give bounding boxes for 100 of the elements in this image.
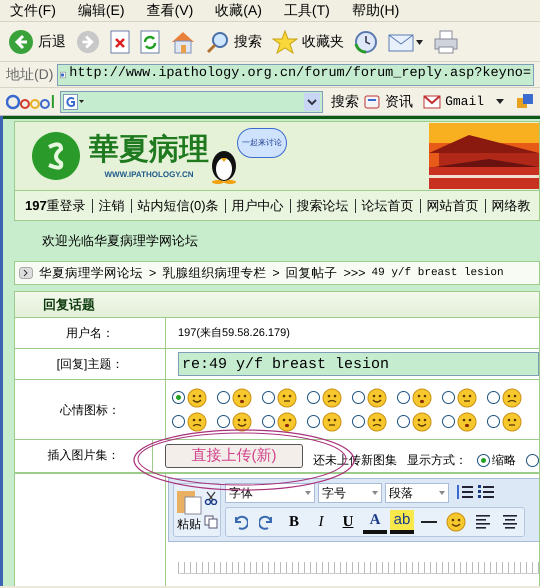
upload-button[interactable]: 直接上传(新)	[165, 444, 303, 468]
smiley-icon	[187, 412, 207, 432]
align-left-icon[interactable]	[475, 515, 491, 529]
radio-button[interactable]	[307, 391, 320, 404]
italic-button[interactable]: I	[309, 510, 333, 534]
radio-button[interactable]	[487, 415, 500, 428]
field-label: 心情图标：	[60, 402, 120, 418]
menu-item[interactable]: 文件(F)	[10, 0, 56, 21]
radio-button[interactable]	[352, 391, 365, 404]
highlight-button[interactable]: ab	[390, 510, 414, 534]
google-g-icon[interactable]	[62, 94, 85, 110]
numbered-list-icon[interactable]	[456, 483, 474, 501]
smiley-icon	[367, 388, 387, 408]
address-label: 地址(D)	[6, 65, 54, 84]
emoticon-button[interactable]	[444, 510, 468, 534]
menu-item[interactable]: 工具(T)	[284, 0, 330, 21]
gmail-link[interactable]: Gmail	[445, 92, 484, 112]
menu-item[interactable]: 收藏(A)	[215, 0, 262, 21]
chevron-icon	[19, 267, 33, 279]
news-link[interactable]: 资讯	[385, 91, 414, 112]
radio-button[interactable]	[487, 391, 500, 404]
menu-item[interactable]: 查看(V)	[146, 0, 194, 21]
subject-field[interactable]: re:49 y/f breast lesion	[178, 352, 539, 376]
smiley-icon	[322, 412, 342, 432]
toolbar-label[interactable]: 后退	[38, 31, 66, 52]
stop-icon[interactable]	[110, 30, 130, 54]
logo-ball-icon	[31, 131, 81, 181]
nav-link[interactable]: 197重登录	[25, 196, 86, 216]
smiley-icon	[277, 412, 297, 432]
radio-button[interactable]	[172, 391, 185, 404]
smiley-icon	[446, 512, 466, 532]
radio-button[interactable]	[397, 391, 410, 404]
dropdown-arrow-icon[interactable]	[496, 98, 504, 104]
radio-button[interactable]	[442, 415, 455, 428]
radio-button[interactable]	[526, 454, 539, 466]
toolbar-label[interactable]: 搜索	[234, 31, 262, 52]
news-icon	[363, 94, 382, 110]
radio-button[interactable]	[172, 415, 185, 428]
breadcrumb-item[interactable]: 华夏病理学网论坛	[39, 264, 143, 282]
radio-button[interactable]	[262, 391, 275, 404]
radio-button[interactable]	[397, 415, 410, 428]
printer-icon[interactable]	[434, 30, 458, 54]
google-search-button[interactable]: 搜索	[331, 91, 360, 112]
smiley-icon	[232, 412, 252, 432]
underline-button[interactable]: U	[336, 510, 360, 534]
breadcrumb-item[interactable]: 回复帖子	[286, 264, 338, 282]
gmail-envelope-icon	[423, 94, 442, 108]
smiley-icon	[457, 412, 477, 432]
menu-item[interactable]: 编辑(E)	[78, 0, 125, 21]
nav-link[interactable]: 注销	[98, 196, 125, 216]
nav-link[interactable]: 论坛首页	[362, 196, 414, 216]
breadcrumb-item: >	[272, 264, 280, 282]
url-text: http://www.ipathology.org.cn/forum/forum_reply.asp?keyno=	[69, 65, 531, 84]
puzzle-icon[interactable]	[516, 92, 534, 110]
nav-link[interactable]: 搜索论坛	[296, 196, 349, 216]
copy-icon[interactable]	[204, 515, 218, 529]
bullet-list-icon[interactable]	[477, 483, 495, 501]
site-title: 華夏病理	[89, 131, 209, 169]
cut-icon[interactable]	[204, 491, 218, 505]
display-option-label[interactable]: 缩略	[492, 451, 516, 469]
breadcrumb-item: 49 y/f breast lesion	[372, 266, 504, 281]
smiley-icon	[457, 388, 477, 408]
address-field[interactable]: http://www.ipathology.org.cn/forum/forum_reply.asp?keyno=	[57, 64, 534, 86]
form-title: 回复话题	[43, 296, 95, 314]
google-logo-icon	[6, 92, 56, 110]
radio-button[interactable]	[477, 454, 490, 466]
smiley-icon	[232, 388, 252, 408]
smiley-icon	[277, 388, 297, 408]
display-label: 显示方式：	[407, 452, 467, 469]
nav-link[interactable]: 站内短信(0)条	[138, 196, 219, 216]
breadcrumb-item[interactable]: 乳腺组织病理专栏	[162, 264, 266, 282]
search-icon[interactable]	[206, 30, 230, 54]
nav-link[interactable]: 网站首页	[426, 196, 479, 216]
refresh-icon[interactable]	[140, 30, 160, 54]
star-icon[interactable]	[272, 30, 298, 54]
redo-icon[interactable]	[259, 514, 275, 530]
nav-link[interactable]: 网络教	[492, 196, 531, 216]
history-clock-icon[interactable]	[354, 30, 378, 54]
toolbar-label[interactable]: 收藏夹	[302, 31, 344, 52]
smiley-icon	[187, 388, 207, 408]
paragraph-select[interactable]: 段落	[385, 483, 449, 503]
breadcrumb-item: >	[149, 264, 156, 282]
speech-bubble: 一起来讨论	[237, 128, 287, 158]
radio-button[interactable]	[217, 415, 230, 428]
radio-button[interactable]	[217, 391, 230, 404]
align-center-icon[interactable]	[502, 515, 518, 529]
size-select[interactable]: 字号	[318, 483, 382, 503]
radio-button[interactable]	[307, 415, 320, 428]
username-value: 197(来自59.58.26.179)	[178, 326, 290, 341]
radio-button[interactable]	[352, 415, 365, 428]
nav-link[interactable]: 用户中心	[232, 196, 284, 216]
radio-button[interactable]	[262, 415, 275, 428]
home-icon[interactable]	[170, 30, 196, 54]
radio-button[interactable]	[442, 391, 455, 404]
google-search-field[interactable]	[60, 90, 324, 112]
field-label: 用户名：	[66, 325, 114, 342]
menu-item[interactable]: 帮助(H)	[352, 0, 400, 21]
bold-button[interactable]: B	[282, 510, 306, 534]
undo-icon[interactable]	[232, 514, 248, 530]
site-url: WWW.IPATHOLOGY.CN	[104, 169, 194, 181]
